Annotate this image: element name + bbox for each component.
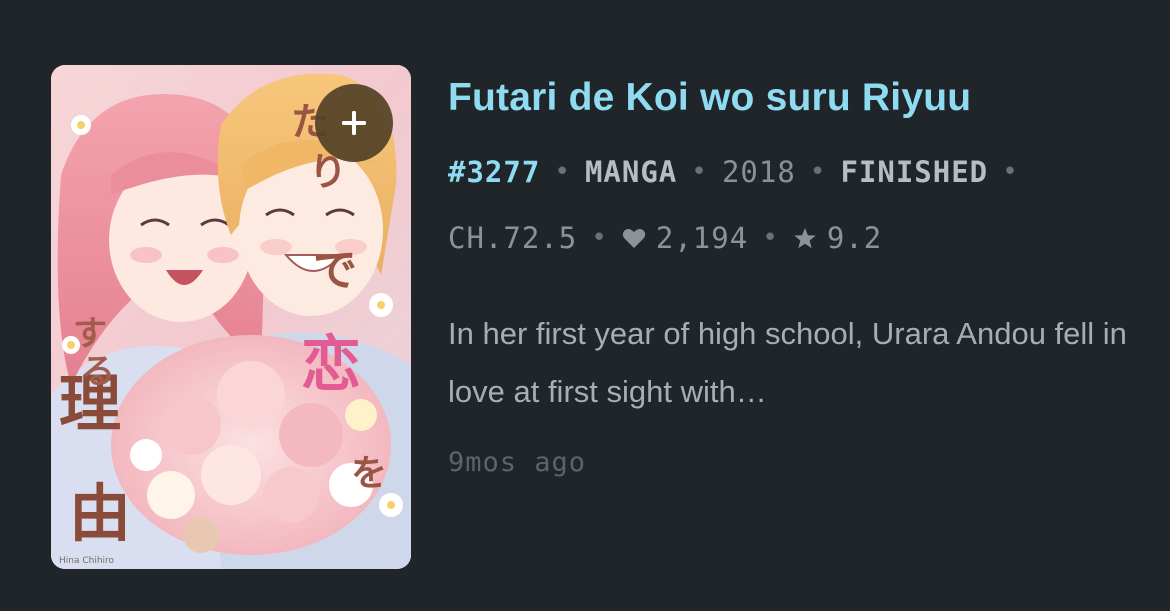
meta-row-primary: #3277 • MANGA • 2018 • FINISHED • (448, 155, 1033, 189)
separator-dot: • (1002, 157, 1019, 187)
updated-timestamp: 9mos ago (448, 447, 587, 478)
heart-icon (622, 227, 646, 249)
media-title[interactable]: Futari de Koi wo suru Riyuu (448, 76, 971, 120)
star-icon (793, 227, 817, 250)
media-id-link[interactable]: #3277 (448, 155, 540, 189)
svg-text:る: る (81, 352, 115, 392)
add-to-list-button[interactable] (315, 84, 393, 162)
plus-icon (342, 111, 366, 135)
separator-dot: • (762, 223, 779, 253)
meta-row-secondary: CH.72.5 • 2,194 • 9.2 (448, 221, 882, 255)
format-label: MANGA (584, 155, 678, 189)
description-text: In her first year of high school, Urara … (448, 316, 1127, 409)
svg-text:Hina Chihiro: Hina Chihiro (59, 556, 115, 566)
year-label: 2018 (721, 155, 796, 189)
media-card: 理 由 す る 恋 た り で を Hina Chihiro Futari de… (0, 0, 1170, 611)
separator-dot: • (591, 223, 608, 253)
separator-dot: • (691, 157, 708, 187)
svg-text:由: 由 (69, 477, 131, 550)
svg-text:で: で (313, 245, 357, 296)
chapter-label: CH.72.5 (448, 221, 578, 255)
svg-text:恋: 恋 (301, 330, 361, 400)
rating-value: 9.2 (826, 221, 883, 255)
svg-text:を: を (351, 452, 387, 494)
favorites-count: 2,194 (655, 221, 749, 255)
status-label: FINISHED (840, 155, 989, 189)
svg-text:す: す (73, 314, 107, 354)
separator-dot: • (554, 157, 571, 187)
separator-dot: • (809, 157, 827, 187)
